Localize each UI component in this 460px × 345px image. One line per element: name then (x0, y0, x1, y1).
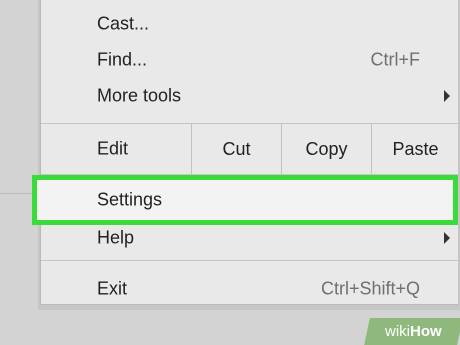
copy-button[interactable]: Copy (281, 124, 371, 174)
menu-item-settings[interactable]: Settings (32, 175, 458, 225)
menu-item-more-tools[interactable]: More tools (41, 78, 458, 114)
shortcut-hint: Ctrl+Shift+Q (320, 278, 420, 299)
menu-item-find[interactable]: Find... Ctrl+F (41, 42, 458, 78)
paste-button[interactable]: Paste (371, 124, 459, 174)
menu-item-label: Help (97, 227, 135, 248)
menu-item-label: Exit (97, 278, 128, 299)
cut-button[interactable]: Cut (191, 124, 281, 174)
browser-context-menu: Cast... Find... Ctrl+F More tools Edit C… (40, 0, 458, 305)
menu-item-label: Cast... (97, 13, 150, 34)
menu-item-label: Find... (97, 49, 148, 70)
menu-item-label: Settings (97, 189, 163, 210)
menu-item-cast[interactable]: Cast... (41, 6, 458, 42)
shortcut-hint: Ctrl+F (370, 49, 421, 70)
menu-edit-row: Edit Cut Copy Paste (41, 124, 458, 174)
menu-item-help[interactable]: Help (41, 220, 458, 256)
wikihow-watermark: wikiHow (364, 318, 460, 345)
chevron-right-icon (444, 90, 450, 102)
menu-item-exit[interactable]: Exit Ctrl+Shift+Q (41, 271, 458, 307)
watermark-how: How (410, 323, 442, 340)
menu-separator (41, 260, 458, 261)
menu-item-label: More tools (97, 85, 182, 106)
chevron-right-icon (444, 232, 450, 244)
watermark-wiki: wiki (385, 323, 411, 340)
edit-label: Edit (97, 138, 129, 159)
